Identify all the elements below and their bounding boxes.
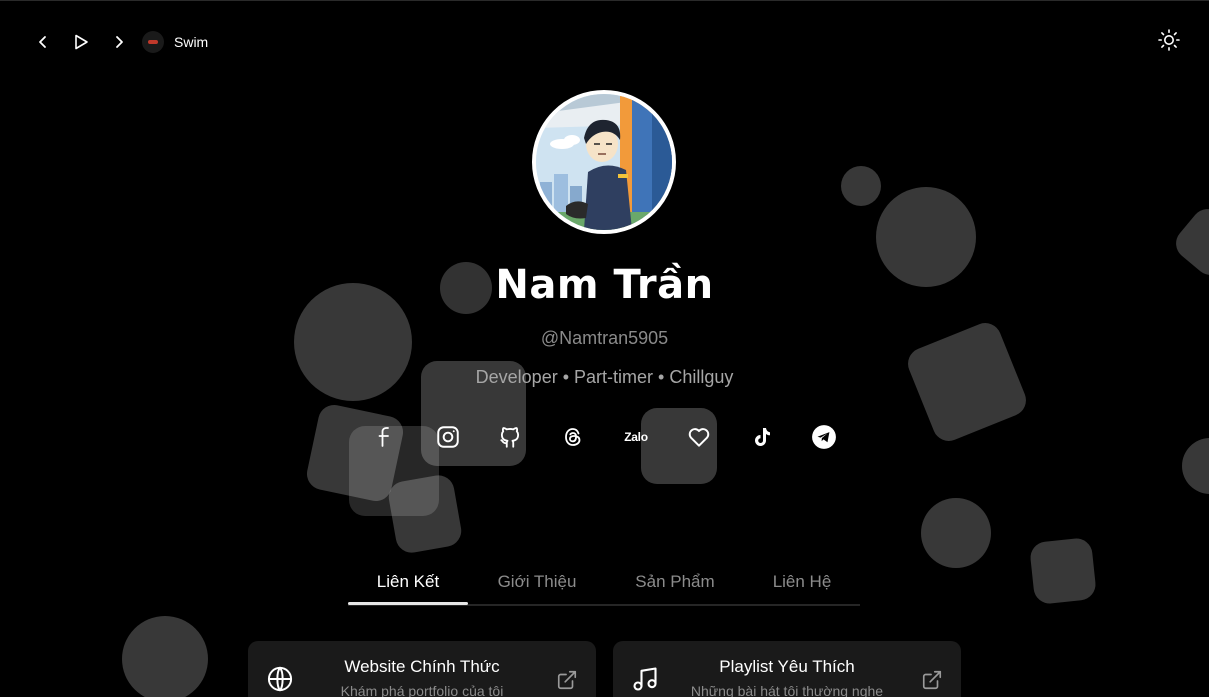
social-link-heart[interactable] [682, 420, 716, 454]
tab-bar: Liên Kết Giới Thiệu Sản Phẩm Liên Hệ [348, 560, 860, 606]
background-bubble [1028, 536, 1098, 606]
card-title: Playlist Yêu Thích [719, 657, 855, 676]
track-thumbnail [142, 31, 164, 53]
social-links: Zalo [0, 420, 1209, 454]
telegram-icon [812, 425, 836, 449]
social-link-zalo[interactable]: Zalo [617, 420, 655, 454]
previous-track-button[interactable] [30, 29, 56, 55]
instagram-icon [437, 426, 459, 448]
social-link-instagram[interactable] [431, 420, 465, 454]
tab-lien-he[interactable]: Liên Hệ [748, 560, 856, 604]
profile-handle: @Namtran5905 [540, 328, 669, 348]
social-link-github[interactable] [493, 420, 527, 454]
globe-icon [267, 666, 293, 692]
tiktok-icon [755, 428, 770, 446]
background-bubble [122, 616, 208, 697]
active-tab-indicator [348, 602, 468, 605]
chevron-left-icon [39, 36, 46, 48]
facebook-icon [378, 427, 389, 447]
github-icon [500, 427, 520, 448]
link-card-playlist[interactable]: Playlist Yêu Thích Những bài hát tôi thư… [613, 641, 961, 697]
link-card-website[interactable]: Website Chính Thức Khám phá portfolio củ… [248, 641, 596, 697]
sun-icon [1158, 29, 1180, 51]
social-link-facebook[interactable] [368, 420, 402, 454]
social-link-tiktok[interactable] [745, 420, 779, 454]
play-icon [75, 34, 88, 50]
top-divider [0, 0, 1209, 1]
card-description: Những bài hát tôi thường nghe [690, 683, 884, 697]
social-link-telegram[interactable] [807, 420, 841, 454]
page: Swim Nam Trần @Namtran5905 Developer • P… [0, 0, 1209, 697]
social-link-threads[interactable] [556, 420, 590, 454]
card-description: Khám phá portfolio của tôi [340, 683, 504, 697]
background-bubble [386, 472, 464, 556]
next-track-button[interactable] [106, 29, 132, 55]
background-bubble [921, 498, 991, 568]
track-name: Swim [174, 34, 209, 50]
zalo-icon: Zalo [624, 430, 648, 444]
tab-gioi-thieu[interactable]: Giới Thiệu [476, 560, 598, 604]
avatar [532, 90, 676, 234]
tab-lien-ket[interactable]: Liên Kết [348, 560, 468, 604]
heart-icon [688, 428, 710, 447]
profile-bio: Developer • Part-timer • Chillguy [475, 367, 734, 387]
background-bubble [841, 166, 881, 206]
tab-san-pham[interactable]: Sản Phẩm [612, 560, 738, 604]
music-player: Swim [30, 28, 208, 56]
threads-icon [565, 428, 581, 446]
play-button[interactable] [68, 29, 94, 55]
card-title: Website Chính Thức [344, 657, 500, 676]
chevron-right-icon [116, 36, 123, 48]
theme-toggle-button[interactable] [1157, 28, 1181, 52]
external-link-icon [557, 670, 577, 690]
profile-name: Nam Trần [495, 262, 714, 308]
music-icon [633, 667, 657, 691]
external-link-icon [922, 670, 942, 690]
